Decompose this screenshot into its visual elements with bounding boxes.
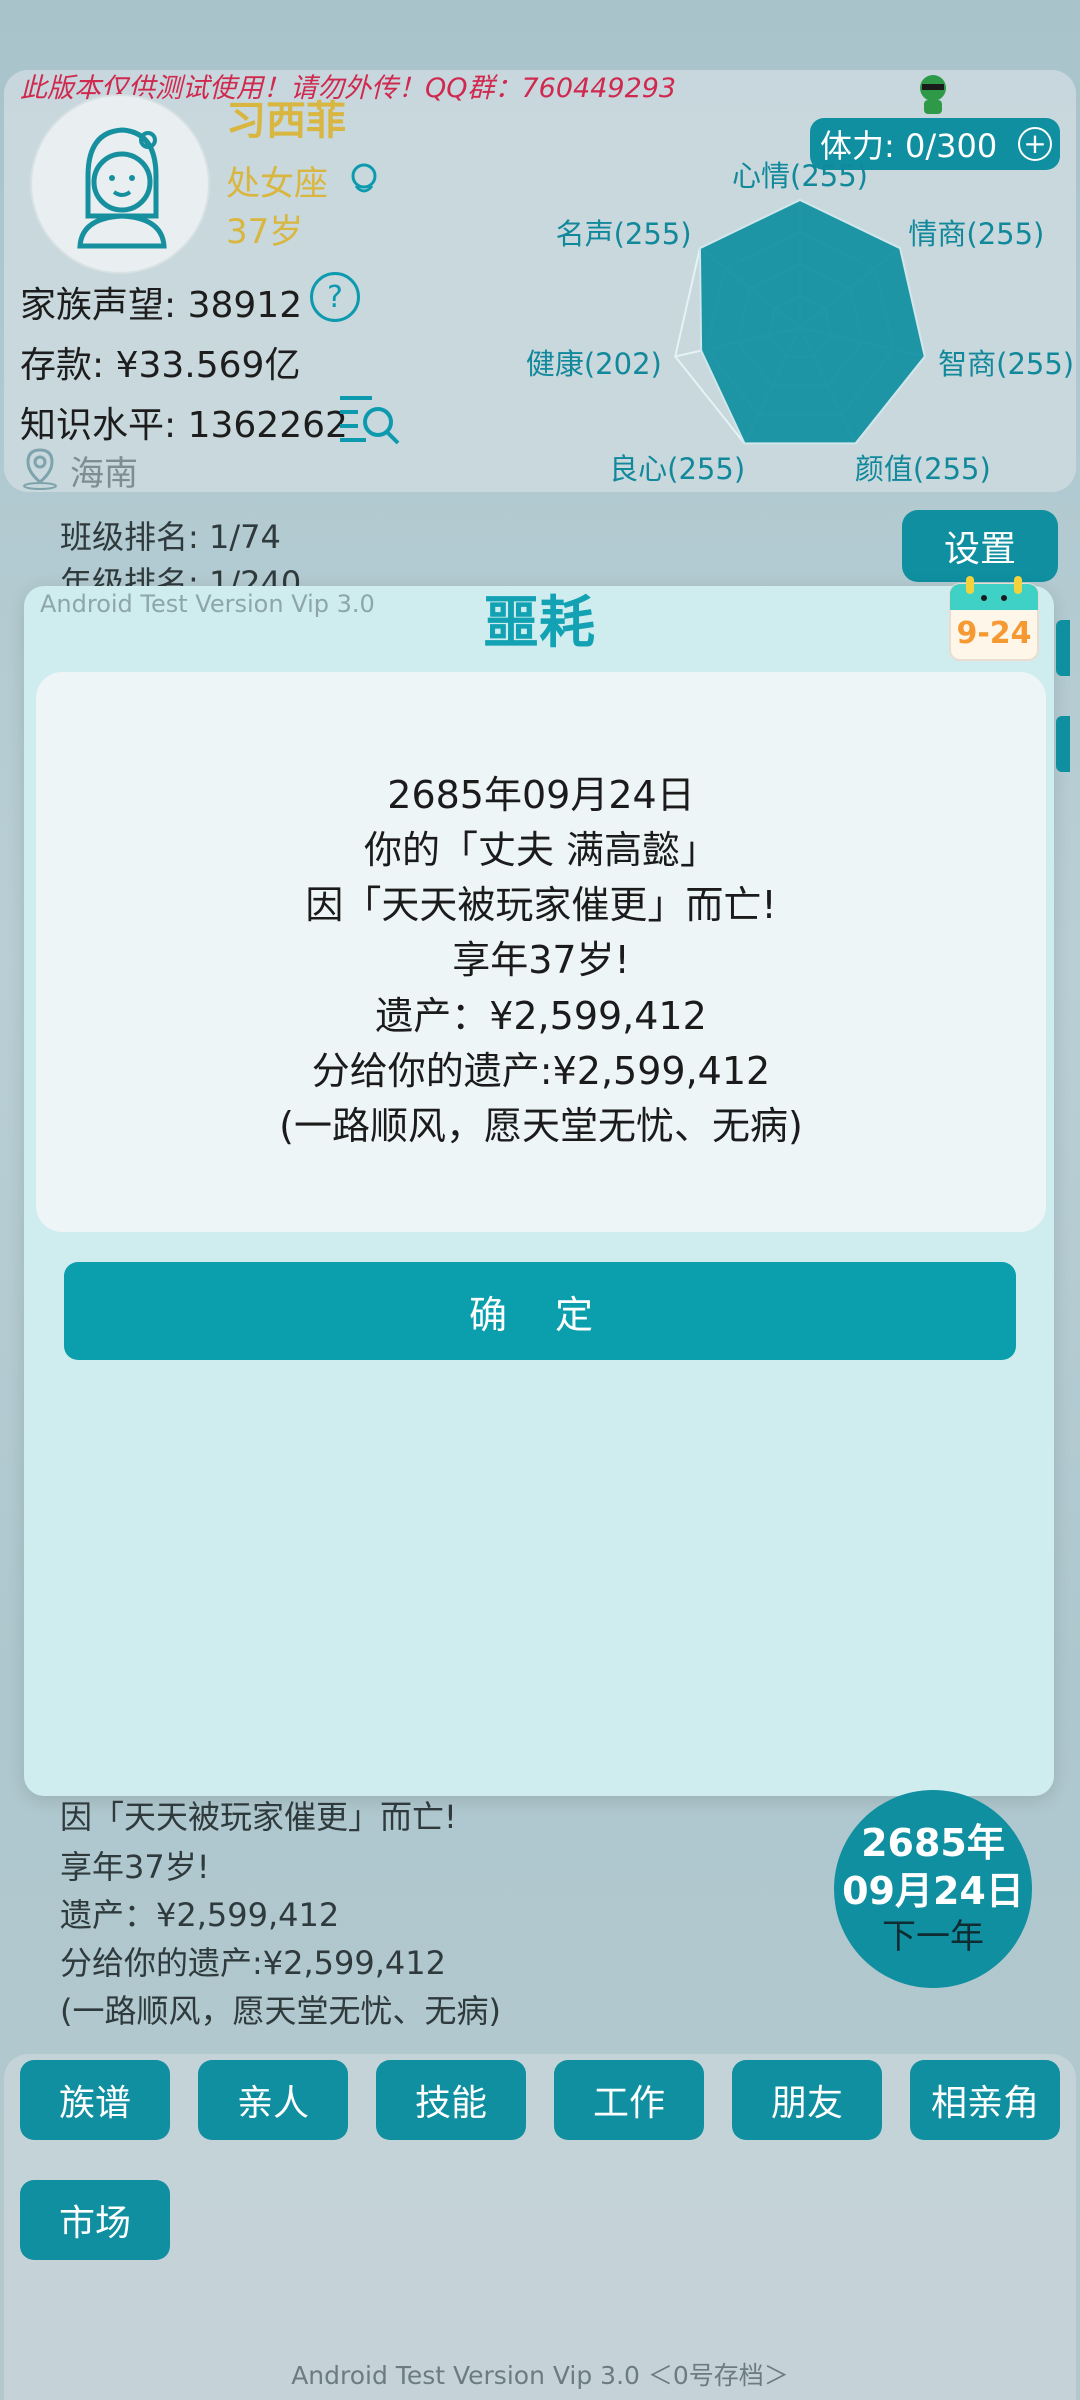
dialog-message-box: 2685年09月24日 你的「丈夫 满高懿」 因「天天被玩家催更」而亡! 享年3… [36, 672, 1046, 1232]
virgo-icon [344, 160, 384, 200]
ninja-mascot-icon [912, 72, 954, 120]
current-date: 09月24日 [842, 1869, 1024, 1913]
log-line: 享年37岁! [60, 1848, 210, 1886]
radar-label: 健康(202) [525, 347, 662, 382]
message-line: (一路顺风，愿天堂无忧、无病) [279, 1104, 803, 1148]
menu-button-friends[interactable]: 朋友 [732, 2060, 882, 2140]
radar-label: 颜值(255) [854, 451, 991, 486]
radar-label: 情商(255) [908, 216, 1045, 251]
radar-value-shape [698, 198, 926, 445]
message-line: 遗产：¥2,599,412 [375, 994, 707, 1038]
add-stamina-icon[interactable]: + [1018, 127, 1052, 161]
confirm-button[interactable]: 确 定 [64, 1262, 1016, 1360]
menu-button-skills[interactable]: 技能 [376, 2060, 526, 2140]
radar-label: 心情(255) [732, 159, 868, 193]
search-list-icon[interactable] [336, 390, 402, 446]
help-icon[interactable]: ? [310, 272, 360, 322]
zodiac-sign: 处女座 [226, 164, 328, 204]
woman-avatar-icon [77, 127, 167, 249]
current-year: 2685年 [861, 1821, 1005, 1865]
log-line: 分给你的遗产:¥2,599,412 [60, 1944, 447, 1982]
savings: 存款: ¥33.569亿 [20, 345, 301, 386]
menu-button-market[interactable]: 市场 [20, 2180, 170, 2260]
menu-button-relatives[interactable]: 亲人 [198, 2060, 348, 2140]
radar-label: 良心(255) [609, 451, 746, 486]
location-pin-icon [20, 446, 60, 490]
radar-label: 名声(255) [555, 216, 692, 251]
message-line: 分给你的遗产:¥2,599,412 [311, 1049, 771, 1093]
next-year-button[interactable]: 2685年 09月24日 下一年 [834, 1790, 1032, 1988]
log-line: 遗产：¥2,599,412 [60, 1896, 340, 1934]
side-tab [1056, 716, 1070, 772]
log-line: 因「天天被玩家催更」而亡! [60, 1798, 457, 1836]
message-line: 你的「丈夫 满高懿」 [363, 828, 719, 872]
character-name: 习西菲 [226, 98, 346, 144]
class-rank: 班级排名: 1/74 [60, 518, 281, 556]
character-age: 37岁 [226, 212, 304, 252]
footer-version: Android Test Version Vip 3.0 ＜0号存档＞ [291, 2361, 789, 2390]
location: 海南 [70, 454, 138, 494]
menu-button-family-tree[interactable]: 族谱 [20, 2060, 170, 2140]
message-line: 因「天天被玩家催更」而亡! [305, 883, 777, 927]
menu-button-dating-corner[interactable]: 相亲角 [910, 2060, 1060, 2140]
knowledge-level: 知识水平: 1362262 [20, 405, 348, 446]
log-line: (一路顺风，愿天堂无忧、无病) [60, 1992, 501, 2030]
family-reputation: 家族声望: 38912 [20, 285, 303, 326]
message-line: 享年37岁! [452, 938, 630, 982]
radar-label: 智商(255) [938, 347, 1075, 382]
dialog-title: 噩耗 [483, 591, 595, 656]
calendar-date: 9-24 [956, 616, 1032, 651]
avatar[interactable] [30, 94, 210, 274]
message-line: 2685年09月24日 [387, 773, 695, 817]
settings-button[interactable]: 设置 [902, 510, 1058, 582]
next-year-label: 下一年 [882, 1917, 984, 1957]
side-tab [1056, 620, 1070, 676]
menu-button-work[interactable]: 工作 [554, 2060, 704, 2140]
